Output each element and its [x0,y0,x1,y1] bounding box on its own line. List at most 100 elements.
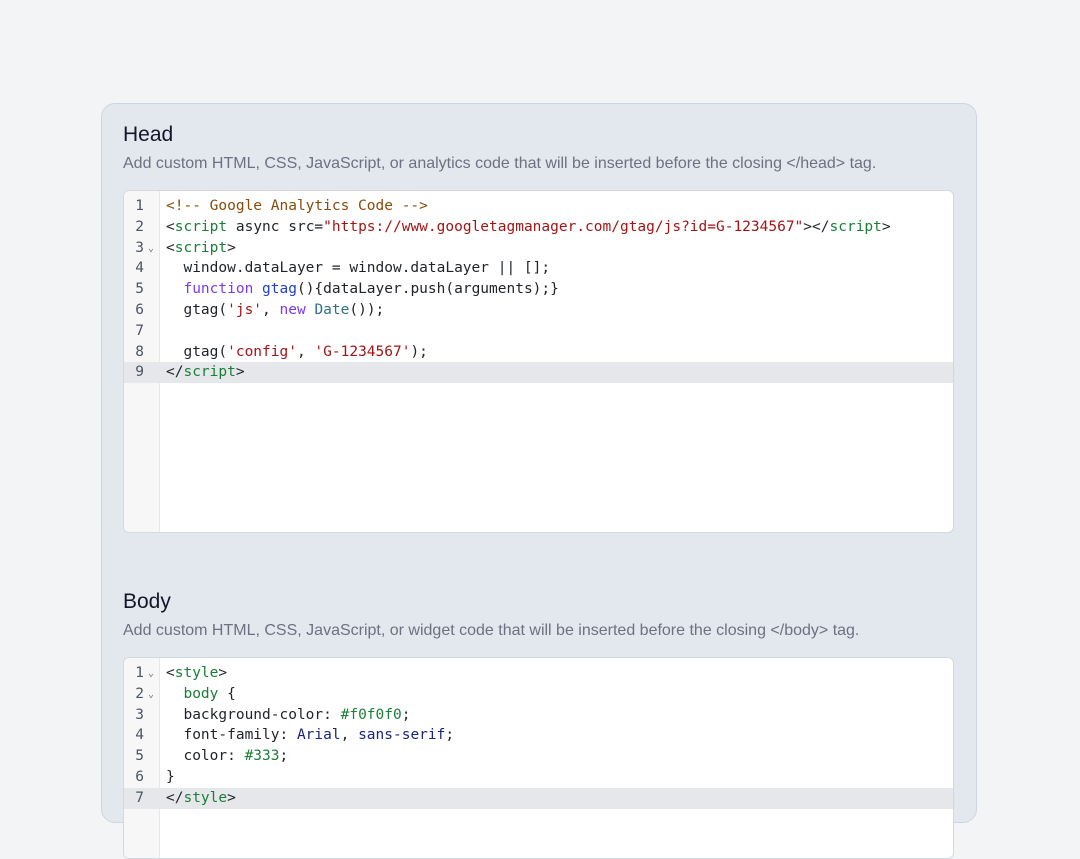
code-token: script [174,218,228,235]
code-text: <style> [166,663,227,684]
code-token: sans-serif [358,727,446,744]
code-token: style [183,789,228,806]
line-number: 5 [135,748,144,765]
code-text: <script async src="https://www.googletag… [166,217,891,238]
code-token: Date [314,301,350,318]
code-token: new [279,301,306,318]
code-line[interactable]: 5 color: #333; [124,746,953,767]
code-text: function gtag(){dataLayer.push(arguments… [166,279,558,300]
code-lines: 1 ⌄ <style> 2 ⌄ body {3 background-color: #f… [124,663,953,809]
code-line[interactable]: 6 gtag('js', new Date()); [124,300,953,321]
code-token: } [166,768,175,785]
code-text: font-family: Arial, sans-serif; [166,725,454,746]
code-token: script [829,218,882,235]
code-line[interactable]: 7 [124,321,953,342]
code-token: "https://www.googletagmanager.com/gtag/j… [323,218,804,235]
code-token: ; [401,706,411,723]
code-token: gtag( [166,343,228,360]
code-line[interactable]: 5 function gtag(){dataLayer.push(argumen… [124,279,953,300]
code-line[interactable]: 4 font-family: Arial, sans-serif; [124,725,953,746]
fold-chevron-icon[interactable]: ⌄ [148,685,154,706]
head-section-description: Add custom HTML, CSS, JavaScript, or ana… [123,155,877,172]
line-number: 1 [135,198,144,214]
code-token: ; [445,727,455,744]
line-number: 3 [135,706,144,723]
code-token: > [227,239,236,256]
code-token: #f0f0f0 [340,706,402,723]
code-text: <!-- Google Analytics Code --> [166,196,428,217]
code-token: script [174,239,228,256]
code-token: > [235,364,245,381]
code-token: 'config' [227,343,297,360]
line-number: 2 [135,218,144,235]
code-text: </script> [166,362,245,383]
code-token: ()); [349,301,385,318]
head-section-title: Head [123,123,174,146]
line-number: 3 [135,239,144,256]
code-text: gtag('config', 'G-1234567'); [166,342,428,363]
code-text: color: #333; [166,746,288,767]
code-line[interactable]: 8 gtag('config', 'G-1234567'); [124,342,953,363]
code-token: 'G-1234567' [314,343,411,360]
code-text: <script> [166,238,236,259]
code-token: font-family: [166,727,297,744]
code-token: < [166,239,175,256]
body-section-title: Body [123,590,171,613]
code-line[interactable]: 7 </style> [124,787,953,809]
code-line[interactable]: 1 <!-- Google Analytics Code --> [124,196,953,217]
code-token: background-color: [166,706,341,723]
code-token: </ [166,789,184,806]
code-token: gtag( [166,301,228,318]
code-line[interactable]: 1 ⌄ <style> [124,663,953,684]
line-number: 9 [135,364,144,381]
code-token: script [183,364,236,381]
code-token: 'js' [227,301,263,318]
code-token: < [166,665,175,681]
code-token: ); [410,343,428,360]
head-code-editor[interactable]: 1 <!-- Google Analytics Code --> 2 <script … [123,190,954,533]
line-number: 7 [135,322,144,339]
code-token: window.dataLayer = window.dataLayer || [… [166,260,551,277]
body-section: Body Add custom HTML, CSS, JavaScript, o… [123,589,954,859]
code-token: > [881,218,891,235]
fold-chevron-icon[interactable]: ⌄ [148,664,154,685]
code-text: } [166,767,175,788]
code-token: #333 [244,748,280,765]
line-number: 5 [135,281,144,298]
code-line[interactable]: 9 </script> [124,362,953,384]
code-line[interactable]: 3 ⌄ <script> [124,238,953,259]
code-text: </style> [166,788,236,809]
head-section: Head Add custom HTML, CSS, JavaScript, o… [123,122,954,533]
code-text: background-color: #f0f0f0; [166,705,410,726]
line-number: 7 [135,789,144,806]
code-text: window.dataLayer = window.dataLayer || [… [166,258,550,279]
code-token: > [227,789,236,806]
body-section-description: Add custom HTML, CSS, JavaScript, or wid… [123,622,860,639]
code-token: async src= [227,218,324,235]
body-code-editor[interactable]: 1 ⌄ <style> 2 ⌄ body {3 background-color: #f… [123,657,954,859]
code-line[interactable]: 4 window.dataLayer = window.dataLayer ||… [124,258,953,279]
code-text: body { [166,684,236,705]
code-token: gtag [262,281,297,298]
code-line[interactable]: 2 ⌄ body { [124,684,953,705]
code-line[interactable]: 3 background-color: #f0f0f0; [124,705,953,726]
code-token: color: [166,748,245,765]
code-token: , [340,727,359,744]
code-text: gtag('js', new Date()); [166,300,384,321]
code-token: ></ [803,218,830,235]
line-number: 2 [135,685,144,702]
code-token: Arial [296,727,341,744]
code-token: <!-- Google Analytics Code --> [166,198,428,214]
code-token: { [218,685,236,702]
custom-code-panel: Head Add custom HTML, CSS, JavaScript, o… [101,103,977,859]
code-token: , [262,301,280,318]
code-token: style [174,665,219,681]
code-token: > [218,665,228,681]
code-token: body [183,685,219,702]
code-line[interactable]: 2 <script async src="https://www.googleta… [124,217,953,238]
code-line[interactable]: 6} [124,767,953,788]
line-number: 6 [135,768,144,785]
fold-chevron-icon[interactable]: ⌄ [148,239,154,260]
